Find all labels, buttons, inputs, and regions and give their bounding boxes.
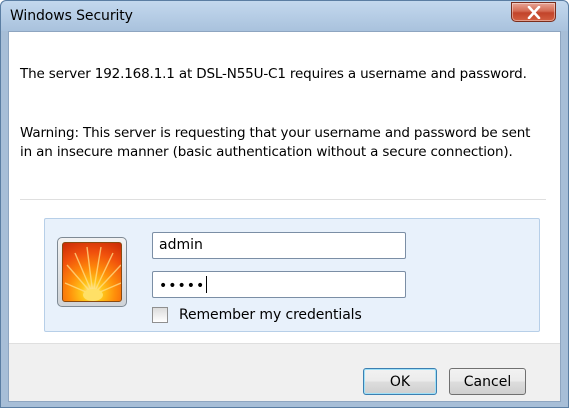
- close-button[interactable]: [511, 2, 556, 22]
- remember-checkbox[interactable]: [152, 307, 168, 323]
- password-mask: •••••: [159, 278, 206, 294]
- divider: [20, 199, 546, 200]
- password-input[interactable]: •••••: [152, 271, 406, 298]
- remember-label: Remember my credentials: [179, 307, 362, 323]
- flower-picture: [62, 242, 122, 302]
- cancel-button[interactable]: Cancel: [449, 368, 526, 395]
- dialog-body: The server 192.168.1.1 at DSL-N55U-C1 re…: [8, 31, 561, 402]
- warning-message: Warning: This server is requesting that …: [20, 125, 531, 160]
- button-bar: OK Cancel: [9, 343, 560, 401]
- remember-credentials[interactable]: Remember my credentials: [152, 305, 362, 325]
- user-tile-icon: [57, 237, 127, 307]
- security-dialog: Windows Security The server 192.168.1.1 …: [0, 0, 569, 408]
- title-bar[interactable]: Windows Security: [1, 1, 568, 31]
- server-message: The server 192.168.1.1 at DSL-N55U-C1 re…: [20, 66, 527, 82]
- ok-button[interactable]: OK: [363, 368, 437, 395]
- close-icon: [527, 6, 541, 19]
- text-caret: [206, 276, 208, 293]
- username-input[interactable]: admin: [152, 232, 406, 259]
- window-title: Windows Security: [10, 8, 133, 24]
- credential-panel: admin ••••• Remember my credentials: [44, 218, 540, 332]
